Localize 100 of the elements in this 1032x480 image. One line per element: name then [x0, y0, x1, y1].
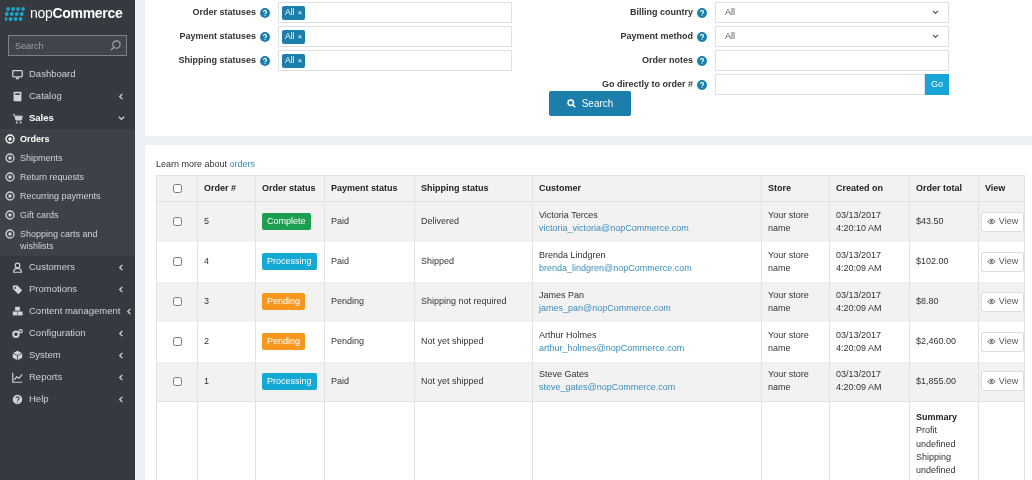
summary-line: undefined [916, 464, 957, 478]
submenu-item[interactable]: Shipments [0, 149, 135, 168]
cubes-icon [12, 305, 23, 317]
summary-line: Shipping [916, 450, 953, 464]
circle-dot-icon [5, 191, 15, 201]
status-badge: Complete [262, 213, 311, 231]
field-label: Payment statuses [179, 29, 256, 43]
column-header: Payment status [331, 182, 398, 193]
view-button[interactable]: View [981, 291, 1024, 312]
menu-item[interactable]: Configuration [0, 322, 135, 344]
view-button[interactable]: View [981, 251, 1024, 272]
table-cell: Delivered [421, 216, 460, 227]
email-link[interactable]: brenda_lindgren@nopCommerce.com [539, 262, 692, 273]
submenu-item[interactable]: Return requests [0, 168, 135, 187]
multiselect-field[interactable]: All × [278, 50, 512, 71]
field-label: Payment method [620, 29, 693, 43]
table-cell: 03/13/2017 4:20:10 AM [836, 209, 882, 233]
table-cell: $8.80 [916, 296, 939, 306]
menu-item[interactable]: Content management [0, 300, 135, 322]
table-cell: 03/13/2017 4:20:09 AM [836, 329, 882, 353]
logo-icon [5, 5, 25, 21]
checkbox[interactable] [172, 256, 182, 266]
submenu-item[interactable]: Recurring payments [0, 187, 135, 206]
summary-heading: Summary [916, 411, 959, 424]
checkbox[interactable] [172, 336, 182, 346]
submenu-item[interactable]: Shopping carts and wishlists [0, 225, 135, 255]
column-header: Customer [539, 182, 581, 193]
circle-dot-icon [5, 229, 15, 239]
eye-icon [986, 218, 996, 226]
table-cell: 03/13/2017 4:20:09 AM [836, 289, 882, 313]
table-cell: 1 [204, 375, 209, 386]
table-cell: Pending [331, 336, 365, 346]
column-header: Shipping status [421, 182, 489, 193]
brand-name: nopCommerce [30, 3, 123, 23]
status-badge: Processing [262, 253, 317, 270]
remove-icon[interactable]: × [297, 54, 303, 67]
status-tag[interactable]: All × [282, 5, 306, 20]
circle-dot-icon [5, 153, 15, 163]
summary-line: Profit [916, 424, 938, 438]
multiselect-field[interactable]: All × [278, 26, 512, 47]
search-icon [566, 99, 576, 108]
eye-icon [986, 298, 996, 305]
learn-more-text: Learn more about orders [156, 158, 256, 170]
select-field[interactable]: All [715, 26, 949, 47]
text-field[interactable] [715, 50, 949, 71]
table-cell: Your store name [768, 209, 809, 233]
customer-name: Steve Gates [539, 368, 590, 382]
help-icon [697, 7, 707, 18]
checkbox[interactable] [172, 296, 182, 306]
menu-item[interactable]: Catalog [0, 85, 135, 107]
menu-item[interactable]: Customers [0, 256, 135, 278]
search-button[interactable]: Search [549, 91, 631, 116]
email-link[interactable]: arthur_holmes@nopCommerce.com [539, 342, 685, 353]
view-button[interactable]: View [981, 371, 1024, 392]
select-field[interactable]: All [715, 2, 949, 23]
box-icon [12, 349, 23, 361]
menu-item[interactable]: Reports [0, 366, 135, 388]
help-icon [697, 31, 707, 42]
remove-icon[interactable]: × [297, 30, 303, 43]
order-number-field[interactable] [715, 74, 925, 95]
menu-item[interactable]: Promotions [0, 278, 135, 300]
checkbox[interactable] [172, 376, 182, 386]
table-cell: 03/13/2017 4:20:09 AM [836, 249, 882, 273]
status-badge: Pending [262, 293, 306, 310]
checkbox[interactable] [172, 217, 182, 227]
status-tag[interactable]: All × [282, 53, 306, 68]
submenu-item[interactable]: Orders [0, 130, 135, 149]
eye-icon [986, 338, 996, 345]
orders-link[interactable]: orders [229, 159, 256, 169]
table-cell: Shipped [421, 256, 455, 266]
menu-item[interactable]: System [0, 344, 135, 366]
view-button[interactable]: View [981, 211, 1024, 232]
multiselect-field[interactable]: All × [278, 2, 512, 23]
eye-icon [986, 377, 996, 385]
help-icon [260, 55, 270, 66]
table-cell: Paid [331, 256, 349, 266]
table-cell: 3 [204, 296, 209, 306]
status-tag[interactable]: All × [282, 29, 306, 44]
table-cell: Your store name [768, 329, 809, 353]
menu-item[interactable]: Help [0, 388, 135, 410]
menu-item[interactable]: Dashboard [0, 63, 135, 85]
checkbox[interactable] [172, 183, 182, 193]
submenu-item[interactable]: Gift cards [0, 206, 135, 225]
menu-item[interactable]: Sales [0, 107, 135, 129]
status-badge: Pending [262, 333, 306, 350]
help-icon [260, 7, 270, 18]
circle-dot-icon [5, 172, 15, 182]
customer-name: Brenda Lindgren [539, 248, 607, 262]
remove-icon[interactable]: × [297, 6, 303, 19]
gears-icon [12, 327, 23, 339]
view-button[interactable]: View [981, 331, 1024, 352]
circle-dot-icon [5, 134, 15, 144]
summary-line: undefined [916, 437, 957, 451]
table-cell: $43.50 [916, 216, 944, 227]
column-header: Store [768, 182, 791, 193]
search-field[interactable]: Search [8, 35, 127, 56]
field-label: Billing country [630, 5, 693, 19]
person-icon [12, 261, 23, 273]
table-cell: Your store name [768, 289, 809, 313]
field-label: Order notes [642, 53, 693, 67]
